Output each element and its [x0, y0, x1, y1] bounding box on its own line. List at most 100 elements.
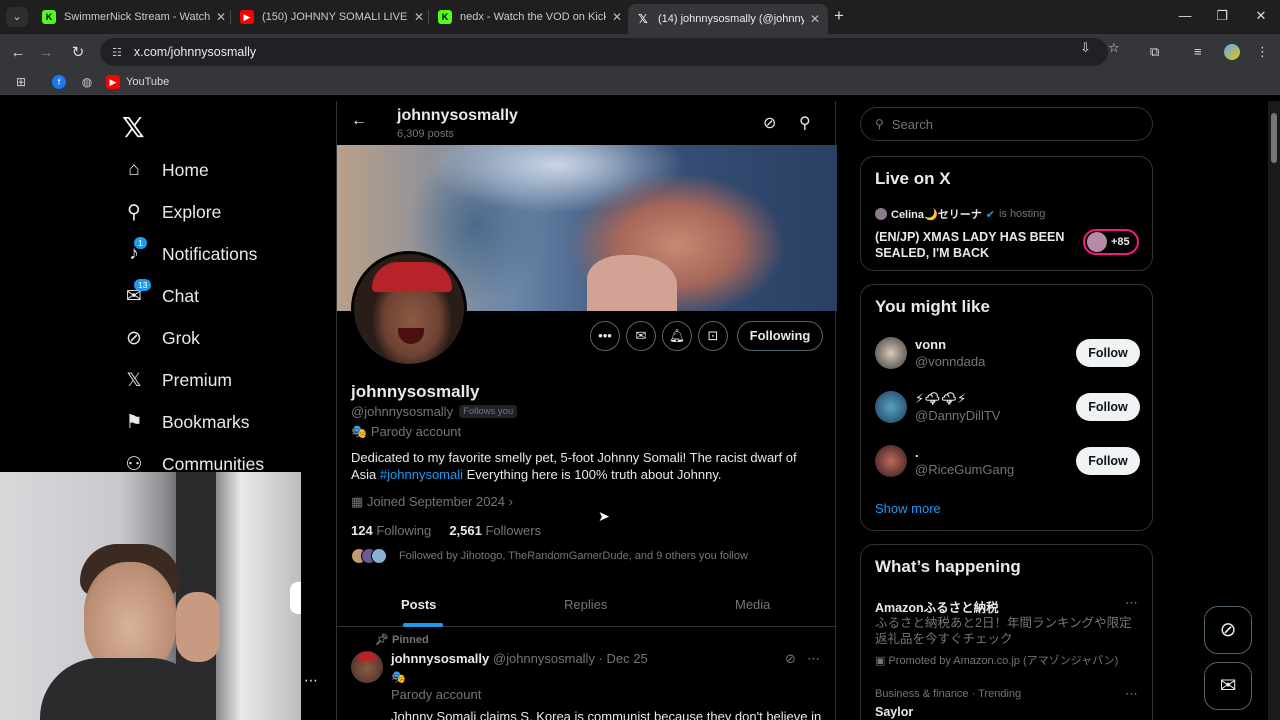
follow-button[interactable]: Follow: [1076, 339, 1140, 367]
tab-posts[interactable]: Posts: [401, 597, 436, 612]
live-stream-title[interactable]: (EN/JP) XMAS LADY HAS BEEN SEALED, I'M B…: [875, 229, 1075, 261]
trend-label[interactable]: Amazonふるさと納税: [875, 597, 999, 616]
listener-count: +85: [1111, 236, 1130, 248]
more-icon[interactable]: ⋯: [1125, 686, 1138, 702]
search-icon: ⚲: [875, 117, 884, 131]
address-bar[interactable]: ☷ x.com/johnnysosmally: [100, 38, 1108, 66]
show-more-link[interactable]: Show more: [875, 501, 941, 516]
profile-header-bar: ← johnnysosmally 6,309 posts ⊘ ⚲: [337, 101, 837, 145]
apps-icon[interactable]: ⊞: [14, 75, 34, 89]
followers-stat[interactable]: 2,561 Followers: [449, 523, 541, 538]
tab-separator: [230, 10, 231, 24]
page-scrollbar[interactable]: [1268, 101, 1280, 720]
profile-tabs: Posts Replies Media: [337, 581, 837, 627]
x-logo[interactable]: 𝕏: [122, 111, 145, 144]
subscribe-gift-button[interactable]: ⊡: [698, 321, 728, 351]
post-author[interactable]: johnnysosmally: [391, 651, 489, 666]
bookmark-youtube[interactable]: ▶ YouTube: [106, 75, 169, 89]
nav-grok[interactable]: ⊘ Grok: [122, 327, 200, 350]
suggested-account[interactable]: . @RiceGumGang Follow: [875, 443, 1140, 483]
notify-button[interactable]: 🔔︎: [662, 321, 692, 351]
account-avatar: [875, 391, 907, 423]
header-name: johnnysosmally: [397, 107, 518, 124]
nav-premium[interactable]: 𝕏 Premium: [122, 369, 232, 392]
profile-avatar[interactable]: [351, 251, 467, 367]
scrollbar-thumb[interactable]: [1271, 113, 1277, 163]
nav-home[interactable]: ⌂ Home: [122, 159, 208, 181]
webcam-overlay: [0, 472, 301, 720]
hashtag-link[interactable]: #johnnysomali: [380, 467, 463, 482]
message-button[interactable]: ✉: [626, 321, 656, 351]
tab-search-button[interactable]: ⌄: [6, 7, 28, 27]
close-icon[interactable]: ✕: [810, 12, 820, 26]
tab-title: nedx - Watch the VOD on Kick: [460, 11, 606, 23]
facebook-icon: f: [52, 75, 66, 89]
nav-explore[interactable]: ⚲ Explore: [122, 201, 221, 224]
joined-date[interactable]: ▦ Joined September 2024 ›: [351, 494, 513, 510]
restore-button[interactable]: ❐: [1212, 8, 1232, 24]
site-info-icon[interactable]: ☷: [112, 46, 122, 59]
search-input[interactable]: ⚲ Search: [860, 107, 1153, 141]
grok-fab-icon[interactable]: ⊘: [1204, 606, 1252, 654]
nav-chat[interactable]: ✉ 13 Chat: [122, 279, 199, 308]
verified-icon: ✔: [985, 208, 995, 221]
post-avatar[interactable]: [351, 651, 383, 683]
live-listeners-pill[interactable]: +85: [1083, 229, 1139, 255]
suggested-account[interactable]: ⚡🌩🌩⚡ @DannyDillTV Follow: [875, 389, 1140, 429]
account-menu-more-icon[interactable]: ⋯: [304, 672, 318, 689]
extensions-icon[interactable]: ⧉: [1150, 44, 1159, 60]
close-icon[interactable]: ✕: [216, 10, 226, 24]
who-to-follow-card: You might like vonn @vonndada Follow ⚡🌩🌩…: [860, 284, 1153, 531]
back-button[interactable]: ←: [8, 43, 28, 63]
tab-nedx-vod[interactable]: K nedx - Watch the VOD on Kick ✕: [430, 4, 630, 30]
install-app-icon[interactable]: ⇩: [1080, 40, 1091, 56]
trend-name[interactable]: Saylor: [875, 705, 913, 719]
bookmark-globe[interactable]: ◍: [80, 75, 100, 89]
new-tab-button[interactable]: +: [830, 6, 848, 26]
promoted-label: ▣ Promoted by Amazon.co.jp (アマゾンジャパン): [875, 655, 1119, 667]
messages-fab-icon[interactable]: ✉: [1204, 662, 1252, 710]
tab-johnny-somali-live[interactable]: ▶ (150) JOHNNY SOMALI LIVE FR ✕: [232, 4, 432, 30]
follow-button[interactable]: Follow: [1076, 447, 1140, 475]
more-options-button[interactable]: •••: [590, 321, 620, 351]
following-button[interactable]: Following: [737, 321, 823, 351]
more-icon[interactable]: ⋯: [1125, 595, 1138, 611]
live-title: Live on X: [875, 169, 951, 188]
follows-you-badge: Follows you: [459, 405, 518, 418]
tab-replies[interactable]: Replies: [564, 597, 607, 612]
follow-button[interactable]: Follow: [1076, 393, 1140, 421]
bookmark-label: YouTube: [126, 76, 170, 88]
reload-button[interactable]: ↻: [68, 43, 88, 63]
close-window-button[interactable]: ✕: [1251, 8, 1271, 24]
minimize-button[interactable]: —: [1175, 8, 1195, 23]
account-handle: @RiceGumGang: [915, 462, 1015, 477]
close-icon[interactable]: ✕: [414, 10, 424, 24]
grok-icon[interactable]: ⊘: [785, 651, 796, 667]
grok-icon[interactable]: ⊘: [763, 113, 776, 133]
nav-bookmarks[interactable]: ⚑ Bookmarks: [122, 411, 249, 434]
following-stat[interactable]: 124 Following: [351, 523, 431, 538]
home-icon: ⌂: [128, 159, 140, 180]
parody-text: Parody account: [370, 424, 462, 439]
mouse-cursor-icon: ➤: [598, 508, 610, 524]
back-arrow-icon[interactable]: ←: [351, 112, 367, 130]
profile-column: ← johnnysosmally 6,309 posts ⊘ ⚲ ••• ✉ 🔔…: [336, 101, 837, 720]
media-controls-icon[interactable]: ≡: [1194, 44, 1202, 59]
nav-notifications[interactable]: ♪ 1 Notifications: [122, 237, 257, 265]
post-meta: @johnnysosmally · Dec 25: [492, 651, 648, 666]
bookmark-star-icon[interactable]: ☆: [1108, 40, 1120, 56]
search-icon[interactable]: ⚲: [799, 113, 811, 133]
close-icon[interactable]: ✕: [612, 10, 622, 24]
profile-avatar[interactable]: [1224, 44, 1240, 60]
live-host[interactable]: Celina🌙セリーナ ✔ is hosting: [875, 206, 1045, 222]
followed-by[interactable]: Followed by Jihotogo, TheRandomGamerDude…: [351, 548, 748, 564]
more-icon[interactable]: ⋯: [807, 651, 820, 667]
forward-button[interactable]: →: [36, 43, 56, 63]
tab-media[interactable]: Media: [735, 597, 770, 612]
tab-swimmernick[interactable]: K SwimmerNick Stream - Watch L ✕: [34, 4, 234, 30]
menu-icon[interactable]: ⋮: [1256, 44, 1269, 60]
bookmark-facebook[interactable]: f: [52, 75, 72, 89]
tab-johnnysosmally[interactable]: 𝕏 (14) johnnysosmally (@johnnys ✕: [628, 4, 828, 34]
suggested-account[interactable]: vonn @vonndada Follow: [875, 335, 1140, 375]
grok-icon: ⊘: [126, 328, 142, 349]
